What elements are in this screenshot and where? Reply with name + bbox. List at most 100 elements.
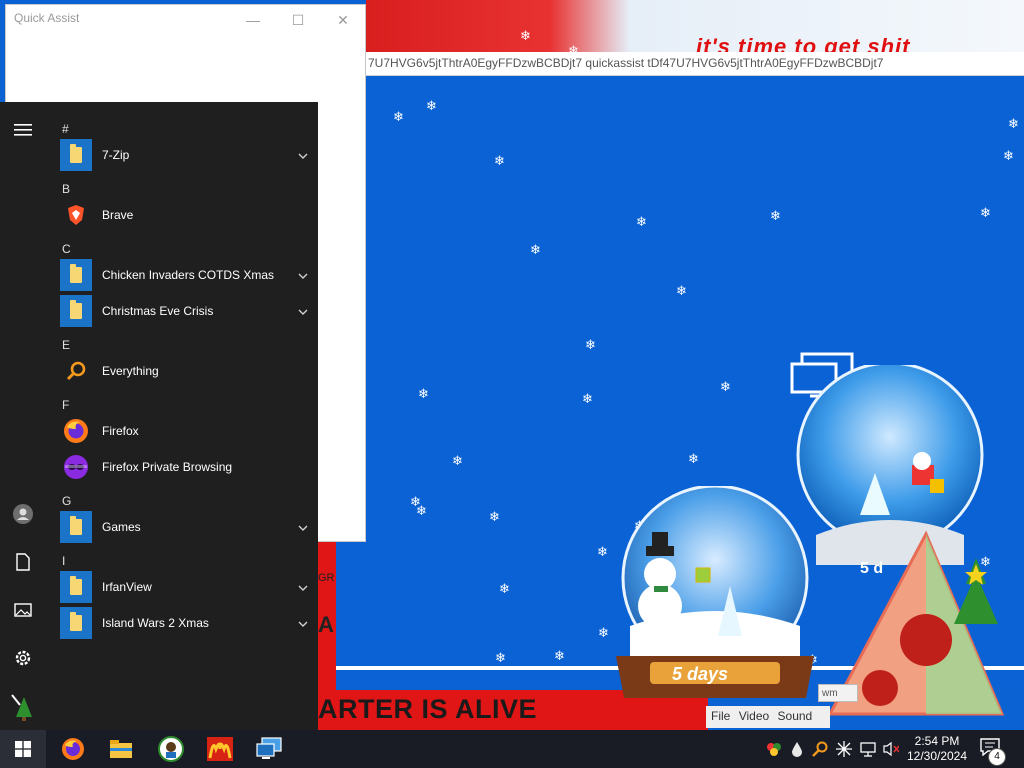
folder-icon xyxy=(60,571,92,603)
app-tray-icon[interactable] xyxy=(766,741,782,757)
snowflake-icon: ❄ xyxy=(1008,117,1019,132)
taskbar: 2:54 PM 12/30/2024 4 xyxy=(0,730,1024,768)
remote-address-bar[interactable]: 7U7HVG6v5jtThtrA0EgyFFDzwBCBDjt7 quickas… xyxy=(366,52,1024,76)
snowflake-icon: ❄ xyxy=(494,154,505,169)
firefox-icon xyxy=(60,415,92,447)
snowflake-icon: ❄ xyxy=(585,338,596,353)
section-letter[interactable]: # xyxy=(62,122,69,136)
snowflake-icon: ❄ xyxy=(636,215,647,230)
documents-icon[interactable] xyxy=(8,547,38,577)
private-browsing-icon xyxy=(60,451,92,483)
taskbar-remote-desktop-icon[interactable] xyxy=(253,733,285,765)
section-letter[interactable]: F xyxy=(62,398,69,412)
snowflake-icon: ❄ xyxy=(393,110,404,125)
snowflake-icon: ❄ xyxy=(452,454,463,469)
hamburger-icon[interactable] xyxy=(8,115,38,145)
windows-icon xyxy=(15,741,31,757)
app-item-7-zip[interactable]: 7-Zip xyxy=(60,138,310,172)
snowflake-icon: ❄ xyxy=(530,243,541,258)
close-button[interactable]: ✕ xyxy=(321,7,365,33)
section-letter[interactable]: I xyxy=(62,554,65,568)
pictures-icon[interactable] xyxy=(8,595,38,625)
app-item-christmas-eve-crisis[interactable]: Christmas Eve Crisis xyxy=(60,294,310,328)
snowflake-icon: ❄ xyxy=(582,392,593,407)
search-icon xyxy=(60,355,92,387)
drop-icon[interactable] xyxy=(789,741,805,757)
globe-small-text: 5 days xyxy=(672,664,728,684)
search-tray-icon[interactable] xyxy=(812,741,828,757)
start-menu: #7-Zip B Brave C Chicken Invaders COTDS Xmas… xyxy=(0,102,318,730)
network-activity-icon[interactable] xyxy=(836,741,852,757)
alive-banner-text: ARTER IS ALIVE xyxy=(318,694,538,724)
app-item-irfanview[interactable]: IrfanView xyxy=(60,570,310,604)
snowflake-icon: ❄ xyxy=(418,387,429,402)
desktop: it's time to get shit 7U7HVG6v5jtThtrA0E… xyxy=(0,0,1024,768)
user-icon[interactable] xyxy=(8,499,38,529)
snowflake-icon: ❄ xyxy=(416,504,427,519)
volume-muted-icon[interactable] xyxy=(883,741,899,757)
snowflake-icon: ❄ xyxy=(520,29,531,44)
snowflake-icon: ❄ xyxy=(676,284,687,299)
section-letter[interactable]: C xyxy=(62,242,71,256)
chevron-down-icon[interactable] xyxy=(296,580,310,594)
chevron-down-icon[interactable] xyxy=(296,520,310,534)
app-item-everything[interactable]: Everything xyxy=(60,354,310,388)
section-letter[interactable]: G xyxy=(62,494,71,508)
snowflake-icon: ❄ xyxy=(426,99,437,114)
folder-icon xyxy=(60,295,92,327)
app-item-island-wars-2-xmas[interactable]: Island Wars 2 Xmas xyxy=(60,606,310,640)
section-letter[interactable]: E xyxy=(62,338,70,352)
section-letter[interactable]: B xyxy=(62,182,70,196)
wm-label: wm xyxy=(818,684,858,702)
menu-video[interactable]: Video xyxy=(739,709,769,723)
snowflake-icon: ❄ xyxy=(554,649,565,664)
start-button[interactable] xyxy=(0,730,46,768)
tree-icon[interactable] xyxy=(8,692,38,722)
snowflake-icon: ❄ xyxy=(1003,149,1014,164)
chevron-down-icon[interactable] xyxy=(296,304,310,318)
menu-file[interactable]: File xyxy=(711,709,730,723)
system-clock[interactable]: 2:54 PM 12/30/2024 xyxy=(902,734,972,764)
chevron-down-icon[interactable] xyxy=(296,268,310,282)
app-label: Brave xyxy=(102,208,134,222)
taskbar-file-explorer-icon[interactable] xyxy=(105,733,137,765)
folder-icon xyxy=(60,139,92,171)
app-item-firefox-private-browsing[interactable]: Firefox Private Browsing xyxy=(60,450,310,484)
network-icon[interactable] xyxy=(860,741,876,757)
app-item-chicken-invaders-cotds-xmas[interactable]: Chicken Invaders COTDS Xmas xyxy=(60,258,310,292)
taskbar-firefox-icon[interactable] xyxy=(57,733,89,765)
snowflake-icon: ❄ xyxy=(720,380,731,395)
clock-date: 12/30/2024 xyxy=(906,749,968,763)
taskbar-mcdonalds-icon[interactable] xyxy=(204,733,236,765)
brave-icon xyxy=(60,199,92,231)
snowflake-icon: ❄ xyxy=(770,209,781,224)
minimize-button[interactable]: — xyxy=(231,7,275,33)
maximize-button[interactable]: ☐ xyxy=(276,7,320,33)
snowflake-icon: ❄ xyxy=(495,651,506,666)
settings-icon[interactable] xyxy=(8,643,38,673)
snowflake-icon: ❄ xyxy=(980,206,991,221)
app-list: #7-Zip B Brave C Chicken Invaders COTDS Xmas… xyxy=(46,102,318,730)
menu-sound[interactable]: Sound xyxy=(778,709,813,723)
side-letter: A xyxy=(318,612,334,637)
app-label: Games xyxy=(102,520,141,534)
chevron-down-icon[interactable] xyxy=(296,148,310,162)
media-player-menu: File Video Sound xyxy=(706,706,830,728)
app-label: Firefox xyxy=(102,424,139,438)
folder-icon xyxy=(60,511,92,543)
side-text: GR xyxy=(318,572,335,584)
app-label: Christmas Eve Crisis xyxy=(102,304,214,318)
folder-icon xyxy=(60,259,92,291)
folder-icon xyxy=(60,607,92,639)
snowflake-icon: ❄ xyxy=(499,582,510,597)
chevron-down-icon[interactable] xyxy=(296,616,310,630)
snowflake-icon: ❄ xyxy=(598,626,609,641)
app-item-games[interactable]: Games xyxy=(60,510,310,544)
app-label: Everything xyxy=(102,364,159,378)
app-label: 7-Zip xyxy=(102,148,130,162)
app-item-brave[interactable]: Brave xyxy=(60,198,310,232)
app-item-firefox[interactable]: Firefox xyxy=(60,414,310,448)
snow-globe-small-icon: 5 days xyxy=(616,486,814,698)
taskbar-game-icon[interactable] xyxy=(155,733,187,765)
app-label: Chicken Invaders COTDS Xmas xyxy=(102,268,275,282)
